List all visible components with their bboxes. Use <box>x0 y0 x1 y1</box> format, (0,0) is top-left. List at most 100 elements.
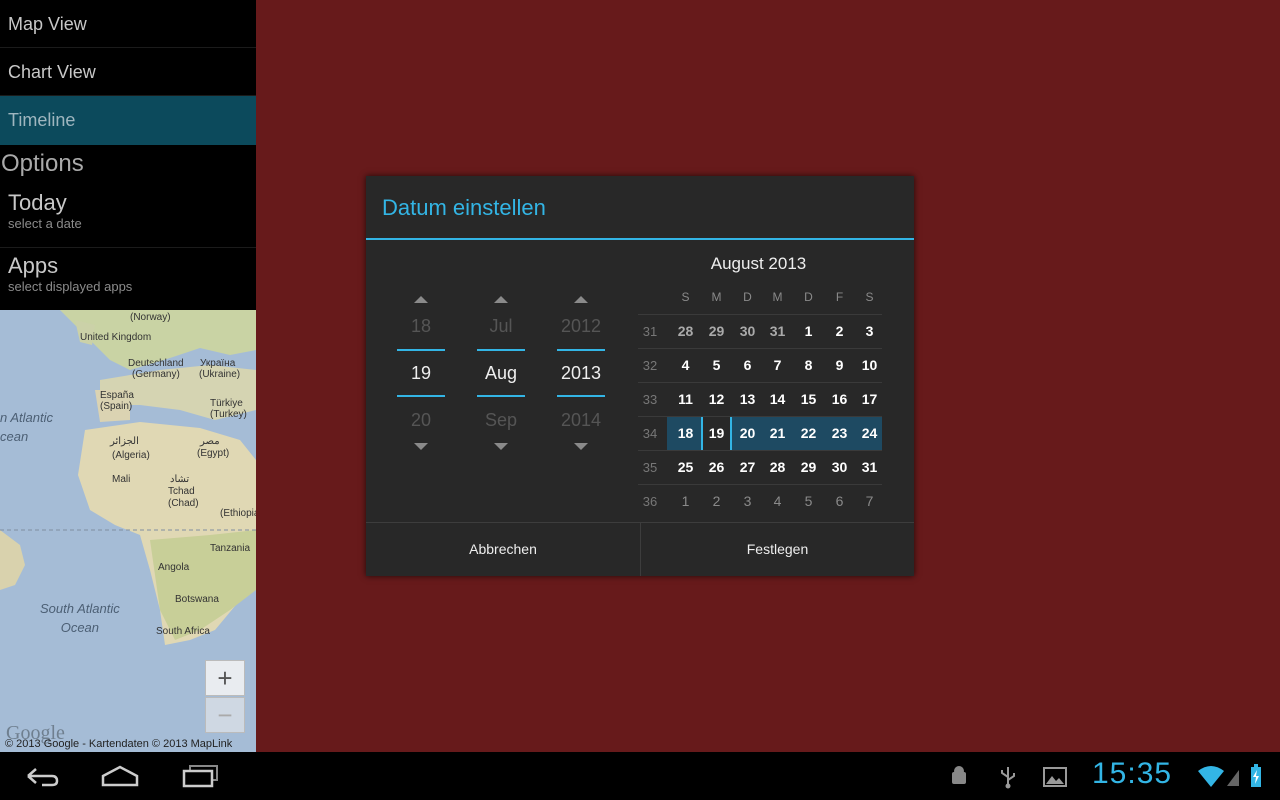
cancel-button[interactable]: Abbrechen <box>366 523 640 576</box>
map-label-tanzania: Tanzania <box>210 543 251 554</box>
calendar-day[interactable]: 1 <box>670 485 701 518</box>
set-button[interactable]: Festlegen <box>641 523 914 576</box>
calendar-day[interactable]: 10 <box>854 349 885 382</box>
day-spinner[interactable]: 18 19 20 <box>397 296 445 450</box>
map-label-north-atlantic: n Atlantic cean <box>0 408 53 446</box>
weekday-header: D <box>743 290 752 304</box>
calendar-day[interactable]: 3 <box>732 485 763 518</box>
week-number: 33 <box>642 392 658 407</box>
year-prev[interactable]: 2012 <box>557 303 605 349</box>
calendar-day[interactable]: 13 <box>732 383 763 416</box>
calendar-week-row: 32 4 5 6 7 8 9 10 <box>638 348 882 382</box>
calendar-day[interactable]: 24 <box>854 417 885 450</box>
map-label-algeria: الجزائر <box>110 436 139 447</box>
calendar-day[interactable]: 31 <box>762 315 793 348</box>
zoom-out-button[interactable]: − <box>205 697 245 733</box>
calendar-day[interactable]: 29 <box>793 451 824 484</box>
year-current[interactable]: 2013 <box>557 349 605 397</box>
year-down-arrow-icon[interactable] <box>574 443 588 450</box>
day-current[interactable]: 19 <box>397 349 445 397</box>
date-picker-dialog: Datum einstellen 18 19 20 Jul Aug Sep 20… <box>366 176 914 576</box>
calendar-day[interactable]: 14 <box>762 383 793 416</box>
calendar-day[interactable]: 26 <box>701 451 732 484</box>
zoom-in-button[interactable]: + <box>205 660 245 696</box>
calendar-day[interactable]: 15 <box>793 383 824 416</box>
day-next[interactable]: 20 <box>397 397 445 443</box>
month-spinner[interactable]: Jul Aug Sep <box>477 296 525 450</box>
option-today-subtitle: select a date <box>8 216 82 231</box>
calendar-day[interactable]: 5 <box>701 349 732 382</box>
map-view[interactable]: (Norway) United Kingdom Deutschland (Ger… <box>0 310 256 752</box>
map-label-mali: Mali <box>112 474 131 485</box>
calendar-day[interactable]: 18 <box>670 417 701 450</box>
calendar-day[interactable]: 28 <box>670 315 701 348</box>
option-apps[interactable]: Apps select displayed apps <box>0 248 256 311</box>
home-icon[interactable] <box>100 764 140 788</box>
day-down-arrow-icon[interactable] <box>414 443 428 450</box>
option-today[interactable]: Today select a date <box>0 185 256 248</box>
calendar-day[interactable]: 30 <box>824 451 855 484</box>
calendar-day[interactable]: 12 <box>701 383 732 416</box>
calendar-day[interactable]: 22 <box>793 417 824 450</box>
android-debug-icon <box>952 766 966 784</box>
calendar-day[interactable]: 21 <box>762 417 793 450</box>
calendar-day[interactable]: 23 <box>824 417 855 450</box>
month-down-arrow-icon[interactable] <box>494 443 508 450</box>
nav-item-map-view[interactable]: Map View <box>0 0 256 48</box>
calendar-day-selected[interactable]: 19 <box>701 417 732 450</box>
year-spinner[interactable]: 2012 2013 2014 <box>557 296 605 450</box>
back-icon[interactable] <box>20 764 60 788</box>
map-label-south-atlantic-line2: Ocean <box>60 620 100 635</box>
calendar-week-row: 31 28 29 30 31 1 2 3 <box>638 314 882 348</box>
map-label-south-africa: South Africa <box>156 626 210 637</box>
recent-apps-icon[interactable] <box>180 764 220 788</box>
signal-icon <box>1227 770 1239 786</box>
calendar-day[interactable]: 9 <box>824 349 855 382</box>
calendar-day[interactable]: 20 <box>732 417 763 450</box>
calendar-day[interactable]: 11 <box>670 383 701 416</box>
option-today-title: Today <box>8 190 67 215</box>
map-label-germany-en: (Germany) <box>132 369 180 380</box>
calendar-day[interactable]: 2 <box>701 485 732 518</box>
calendar-day[interactable]: 7 <box>762 349 793 382</box>
month-prev[interactable]: Jul <box>477 303 525 349</box>
calendar-week-row: 36 1 2 3 4 5 6 7 <box>638 484 882 518</box>
calendar-day[interactable]: 2 <box>824 315 855 348</box>
calendar-day[interactable]: 16 <box>824 383 855 416</box>
day-up-arrow-icon[interactable] <box>414 296 428 303</box>
map-label-turkey-en: (Turkey) <box>210 409 247 420</box>
calendar-day[interactable]: 7 <box>854 485 885 518</box>
calendar-day[interactable]: 5 <box>793 485 824 518</box>
nav-item-chart-view[interactable]: Chart View <box>0 48 256 96</box>
calendar-day[interactable]: 29 <box>701 315 732 348</box>
map-label-angola: Angola <box>158 562 190 573</box>
calendar-day[interactable]: 1 <box>793 315 824 348</box>
map-label-ukraine-en: (Ukraine) <box>199 369 241 380</box>
calendar-day[interactable]: 25 <box>670 451 701 484</box>
calendar-day[interactable]: 8 <box>793 349 824 382</box>
month-current[interactable]: Aug <box>477 349 525 397</box>
month-up-arrow-icon[interactable] <box>494 296 508 303</box>
calendar-day[interactable]: 4 <box>762 485 793 518</box>
map-label-spain-en: (Spain) <box>100 401 133 412</box>
map-label-egypt-en: (Egypt) <box>197 448 230 459</box>
calendar-day[interactable]: 17 <box>854 383 885 416</box>
calendar-day[interactable]: 3 <box>854 315 885 348</box>
map-label-chad: Tchad <box>168 486 195 497</box>
calendar-day[interactable]: 6 <box>824 485 855 518</box>
map-copyright: © 2013 Google - Kartendaten © 2013 MapLi… <box>5 738 233 750</box>
day-prev[interactable]: 18 <box>397 303 445 349</box>
calendar-day[interactable]: 30 <box>732 315 763 348</box>
month-next[interactable]: Sep <box>477 397 525 443</box>
calendar-day[interactable]: 31 <box>854 451 885 484</box>
calendar-day[interactable]: 28 <box>762 451 793 484</box>
map-label-germany: Deutschland <box>128 358 184 369</box>
year-up-arrow-icon[interactable] <box>574 296 588 303</box>
calendar-day[interactable]: 6 <box>732 349 763 382</box>
calendar-day[interactable]: 27 <box>732 451 763 484</box>
year-next[interactable]: 2014 <box>557 397 605 443</box>
calendar-day[interactable]: 4 <box>670 349 701 382</box>
map-label-north-atlantic-line1: n Atlantic <box>0 410 53 425</box>
gallery-notification-icon <box>1043 767 1067 787</box>
nav-item-timeline[interactable]: Timeline <box>0 96 256 145</box>
